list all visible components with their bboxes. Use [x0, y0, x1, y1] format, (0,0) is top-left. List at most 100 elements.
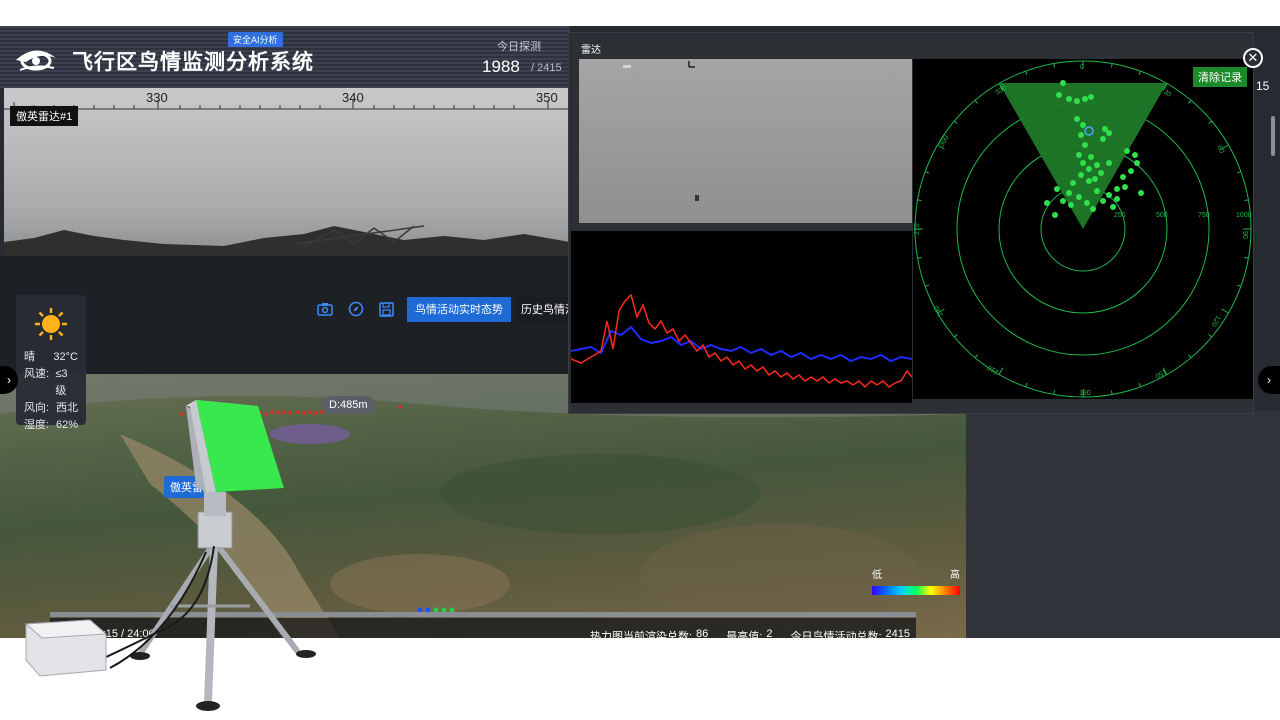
bearing-label-350: 350 — [536, 90, 558, 105]
radar-blip — [1132, 152, 1138, 158]
camera-icon — [316, 303, 333, 316]
scrollbar[interactable] — [1271, 116, 1275, 156]
radar-blip — [1114, 196, 1120, 202]
radar-tick — [1053, 63, 1056, 68]
radar-tick — [974, 99, 978, 104]
range-label-1000: 1000 — [1236, 212, 1252, 219]
max-value-label: 最高值: — [726, 631, 763, 638]
today-detect-label: 今日探测 — [497, 41, 541, 53]
radar-blip — [1084, 200, 1090, 206]
radar-tick — [1110, 63, 1113, 68]
bearing-label-0: 0 — [1080, 64, 1084, 71]
weather-condition: 晴 — [24, 351, 35, 363]
thermal-image — [579, 59, 912, 223]
radar-blip — [1044, 200, 1050, 206]
radar-blip — [1100, 136, 1106, 142]
radar-blip — [1124, 148, 1130, 154]
radar-blip — [1082, 142, 1088, 148]
spectrum-plot — [570, 231, 913, 403]
screenshot-button[interactable] — [312, 297, 337, 322]
ai-badge: 安全AI分析 — [228, 32, 283, 47]
radar-tick — [1208, 120, 1213, 124]
bearing-label-340: 340 — [342, 90, 364, 105]
radar-tick — [974, 354, 978, 359]
radar-tick — [917, 256, 922, 259]
logo-icon — [16, 50, 56, 71]
radar-tick — [1025, 382, 1028, 388]
compass-icon — [348, 301, 363, 317]
radar-tick — [953, 334, 958, 338]
clear-records-button[interactable]: 清除记录 — [1193, 67, 1247, 87]
radar-blip — [1070, 180, 1076, 186]
radar-tick — [1221, 308, 1229, 314]
radar-blip — [1082, 96, 1088, 102]
header: 飞行区鸟情监测分析系统 安全AI分析 今日探测 1988 / 2415 — [0, 26, 570, 88]
radar-blip — [1066, 190, 1072, 196]
radar-scope-graphic: 250 500 750 1000 0 180 90 270 30 60 120 … — [914, 60, 1252, 398]
radar-tick — [1244, 199, 1249, 202]
max-value: 2 — [766, 628, 773, 638]
activity-total-value: 2415 — [885, 628, 910, 638]
radar-tick — [1208, 334, 1213, 338]
save-button[interactable] — [374, 297, 399, 322]
radar-blip — [1114, 186, 1120, 192]
radar-blip — [1110, 204, 1116, 210]
radar-blip — [1128, 168, 1134, 174]
radar-blip — [1120, 174, 1126, 180]
radar-blip — [1134, 160, 1140, 166]
radar-blip — [1088, 94, 1094, 100]
radar-blip — [1074, 116, 1080, 122]
radar-blip — [1094, 162, 1100, 168]
weather-temperature: 32°C — [53, 351, 78, 363]
bearing-label-150: 150 — [1154, 367, 1168, 379]
bearing-label-90: 90 — [1241, 231, 1248, 239]
wind-speed-label: 风速: — [24, 368, 50, 380]
radar-blip — [1090, 206, 1096, 212]
bearing-label-30: 30 — [1162, 89, 1172, 99]
radar-scope[interactable]: 250 500 750 1000 0 180 90 270 30 60 120 … — [913, 59, 1253, 399]
radar-blip — [1078, 172, 1084, 178]
radar-blip — [1074, 98, 1080, 104]
radar-blip — [1054, 186, 1060, 192]
radar-blip — [1100, 198, 1106, 204]
edge-number: 15 — [1256, 79, 1270, 93]
thermal-marks — [623, 61, 699, 201]
radar-blip — [1094, 188, 1100, 194]
radar-blip — [1078, 132, 1084, 138]
bearing-label-180: 180 — [1079, 390, 1091, 397]
bearing-label-300: 300 — [939, 134, 951, 148]
live-situation-tab[interactable]: 鸟情活动实时态势 — [407, 296, 511, 322]
legend-low-label: 低 — [872, 570, 882, 581]
bearing-label-120: 120 — [1209, 314, 1221, 328]
bearing-label-270: 270 — [914, 223, 921, 235]
bearing-label-240: 240 — [933, 304, 945, 318]
radar-blip — [1076, 152, 1082, 158]
map-toolbar: 鸟情活动实时态势 历史鸟情活动 — [312, 296, 581, 322]
radar-tick — [1244, 256, 1249, 259]
radar-blip — [1138, 190, 1144, 196]
nav-right-button[interactable]: › — [1258, 366, 1280, 394]
heatmap-count-label: 热力图当前渲染总数: — [589, 631, 693, 638]
radar-tick — [1236, 284, 1242, 287]
compass-button[interactable] — [343, 297, 368, 322]
radar-blip — [1056, 92, 1062, 98]
close-popup-button[interactable]: ✕ — [1243, 48, 1263, 68]
camera-view[interactable]: 330 340 350 傲英雷达#1 — [4, 88, 570, 256]
today-detect-total: / 2415 — [531, 62, 562, 74]
radar-popup: 雷达 250 500 750 1000 0 180 90 270 30 60 1… — [568, 32, 1254, 414]
radar-blip — [1076, 194, 1082, 200]
range-label-250: 250 — [1114, 212, 1126, 219]
activity-total-label: 今日鸟情活动总数: — [790, 631, 882, 638]
radar-blip — [1066, 96, 1072, 102]
radar-tick — [1138, 70, 1141, 76]
today-detect-count: 1988 — [482, 57, 520, 76]
skyline-scene — [4, 225, 570, 256]
control-box — [24, 545, 215, 677]
heatmap-count-value: 86 — [696, 628, 709, 638]
radar-tick — [1188, 354, 1192, 359]
playback-stats: 热力图当前渲染总数: 86 最高值: 2 今日鸟情活动总数: 2415 — [590, 628, 910, 638]
radar-blip — [1102, 126, 1108, 132]
radar-tick — [924, 284, 930, 287]
radar-blip — [1080, 122, 1086, 128]
bearing-label-330: 330 — [146, 90, 168, 105]
